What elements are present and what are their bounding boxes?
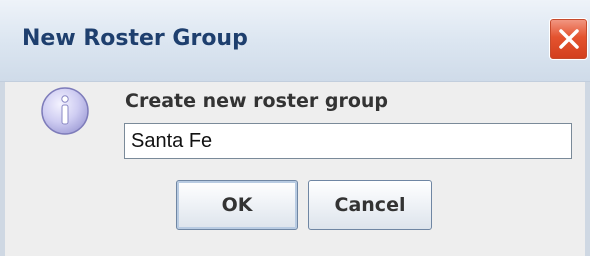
cancel-button[interactable]: Cancel xyxy=(308,180,432,230)
close-button[interactable] xyxy=(549,18,588,60)
dialog-message: Create new roster group xyxy=(125,90,389,112)
dialog-window: New Roster Group Create new roster group… xyxy=(0,0,590,256)
dialog-title: New Roster Group xyxy=(22,26,248,51)
close-icon xyxy=(559,29,579,49)
info-icon xyxy=(38,84,92,143)
dialog-content: Create new roster group OK Cancel xyxy=(5,82,585,256)
group-name-input[interactable] xyxy=(124,123,572,159)
title-bar[interactable]: New Roster Group xyxy=(0,0,590,82)
ok-button[interactable]: OK xyxy=(176,180,298,230)
